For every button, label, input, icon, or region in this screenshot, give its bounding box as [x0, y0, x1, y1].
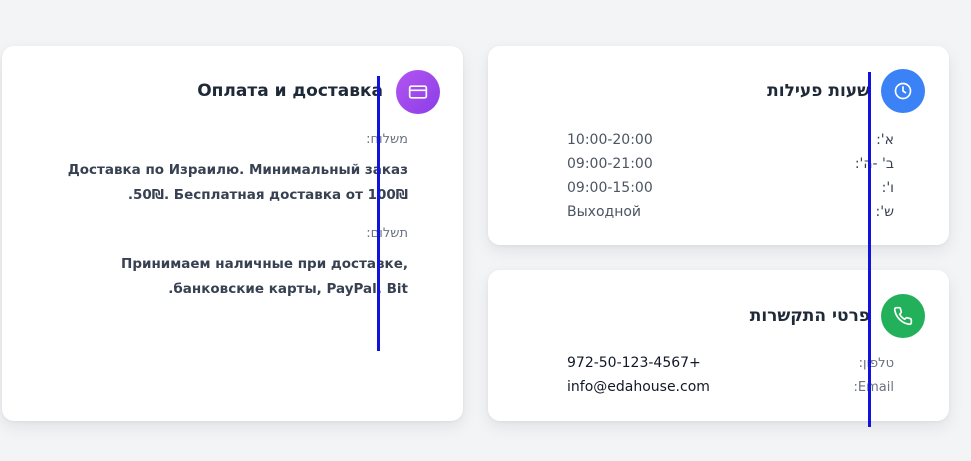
hours-time-3: Выходной — [567, 204, 642, 220]
credit-card-icon — [396, 70, 440, 114]
overlay-line-left — [377, 76, 380, 351]
payment-label: תשלום: — [366, 226, 408, 241]
delivery-text-line-1: Доставка по Израилю. Минимальный заказ — [67, 162, 408, 178]
delivery-text: Доставка по Израилю. Минимальный заказ .… — [68, 158, 408, 208]
hours-time-0: 10:00-20:00 — [567, 132, 653, 148]
hours-card-title: שעות פעילות — [767, 81, 870, 101]
email-value[interactable]: info@edahouse.com — [567, 379, 710, 395]
hours-day-2: ו': — [881, 180, 894, 196]
payment-card-title: Оплата и доставка — [197, 81, 383, 101]
phone-label: טלפון: — [858, 356, 894, 371]
clock-icon — [881, 69, 925, 113]
phone-icon — [881, 294, 925, 338]
contact-details-card: פרטי התקשרות טלפון: 972-50-123-4567+ Ema… — [488, 270, 949, 421]
payment-text: Принимаем наличные при доставке, .банков… — [121, 252, 408, 302]
payment-text-line-2: .банковские карты, PayPal, Bit — [168, 281, 408, 297]
hours-time-2: 09:00-15:00 — [567, 180, 653, 196]
overlay-line-right — [868, 72, 871, 427]
payment-text-line-1: Принимаем наличные при доставке, — [121, 256, 408, 272]
hours-day-0: א': — [876, 132, 894, 148]
hours-day-1: ב' -ה': — [854, 156, 894, 172]
phone-value[interactable]: 972-50-123-4567+ — [567, 355, 701, 371]
hours-time-1: 09:00-21:00 — [567, 156, 653, 172]
contact-card-title: פרטי התקשרות — [749, 306, 870, 326]
opening-hours-card: שעות פעילות א': 10:00-20:00 ב' -ה': 09:0… — [488, 46, 949, 245]
hours-day-3: ש': — [875, 204, 894, 220]
payment-delivery-card: Оплата и доставка משלוח: Доставка по Изр… — [2, 46, 463, 421]
delivery-text-line-2: .50₪. Бесплатная доставка от 100₪ — [127, 187, 408, 203]
email-label: Email: — [853, 380, 894, 395]
delivery-label: משלוח: — [366, 132, 408, 147]
